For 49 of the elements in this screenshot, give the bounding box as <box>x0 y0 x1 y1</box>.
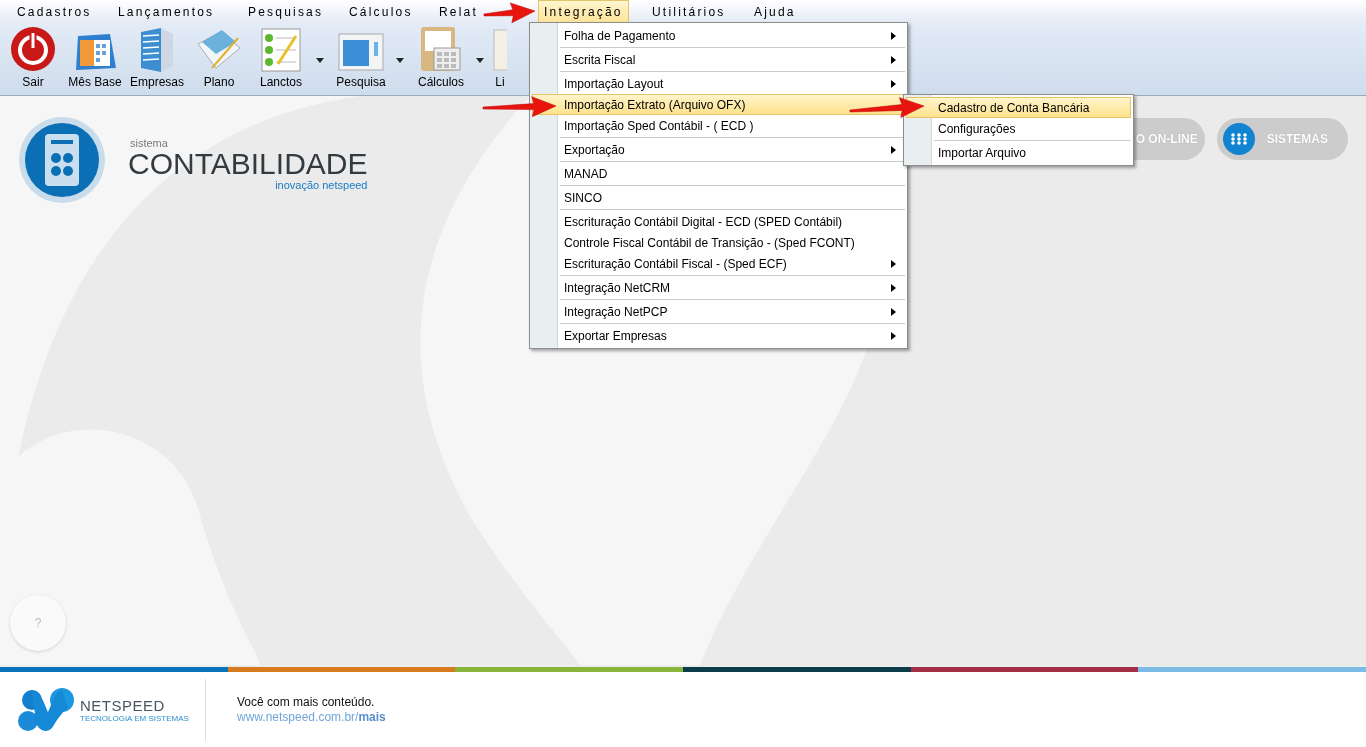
pointer-arrow <box>483 2 536 24</box>
menu-item[interactable]: Integração NetCRM <box>532 277 905 298</box>
power-icon <box>10 26 56 72</box>
toolbar-button[interactable]: Lanctos <box>250 22 312 95</box>
menu-title[interactable]: Lançamentos <box>112 0 221 22</box>
menu-item[interactable]: Importação Extrato (Arquivo OFX) <box>532 94 905 115</box>
menu-item[interactable]: MANAD <box>532 163 905 184</box>
menu-title[interactable]: Cálculos <box>343 0 419 22</box>
menu-title[interactable]: Pesquisas <box>242 0 330 22</box>
menu-title[interactable]: Relat <box>433 0 484 22</box>
menu-title[interactable]: Ajuda <box>748 0 802 22</box>
menu-item[interactable]: Escrituração Contábil Digital - ECD (SPED Contábil) <box>532 211 905 232</box>
menu-item[interactable]: Escrita Fiscal <box>532 49 905 70</box>
netspeed-logo-icon <box>18 687 76 732</box>
menu-item[interactable]: Integração NetPCP <box>532 301 905 322</box>
menu-item[interactable]: Controle Fiscal Contábil de Transição - (Sped FCONT) <box>532 232 905 253</box>
grid-icon <box>1222 123 1255 155</box>
brand-prefix: sistema <box>130 137 169 149</box>
toolbar-button[interactable]: Pesquisa <box>330 22 392 95</box>
menu-title[interactable]: Cadastros <box>11 0 98 22</box>
calculator-icon <box>420 26 462 72</box>
document-icon <box>493 28 507 72</box>
window-icon <box>338 32 384 72</box>
toolbar-button[interactable]: Mês Base <box>64 22 126 95</box>
menu-item[interactable]: Exportar Empresas <box>532 325 905 346</box>
brand-name: CONTABILIDADE <box>128 148 368 179</box>
toolbar-button[interactable]: Cálculos <box>410 22 472 95</box>
dropdown-caret-icon[interactable] <box>316 58 324 63</box>
menu-item[interactable]: SINCO <box>532 187 905 208</box>
dropdown-caret-icon[interactable] <box>476 58 484 63</box>
menu-item[interactable]: Importação Layout <box>532 73 905 94</box>
menu-item[interactable]: Escrituração Contábil Fiscal - (Sped ECF) <box>532 253 905 274</box>
dropdown-caret-icon[interactable] <box>396 58 404 63</box>
menu-item[interactable]: Importação Sped Contábil - ( ECD ) <box>532 115 905 136</box>
footer-message: Você com mais conteúdo. <box>237 694 376 710</box>
menu-item[interactable]: Exportação <box>532 139 905 160</box>
footer-logo-name: NETSPEED <box>80 696 166 714</box>
toolbar-button[interactable]: Sair <box>2 22 64 95</box>
footer-logo-tagline: TECNOLOGIA EM SISTEMAS <box>80 713 189 723</box>
menu-item[interactable]: Folha de Pagamento <box>532 25 905 46</box>
toolbar-button[interactable]: Li <box>490 22 510 95</box>
toolbar-button[interactable]: Empresas <box>126 22 188 95</box>
menu-item[interactable]: Cadastro de Conta Bancária <box>906 97 1131 118</box>
calculator-logo-icon <box>18 116 106 204</box>
checklist-icon <box>260 28 302 72</box>
toolbar-button[interactable]: Plano <box>188 22 250 95</box>
menu-title[interactable]: Utilitários <box>646 0 732 22</box>
menu-title[interactable]: Integração <box>538 0 629 22</box>
brand-tagline: inovação netspeed <box>275 178 368 191</box>
